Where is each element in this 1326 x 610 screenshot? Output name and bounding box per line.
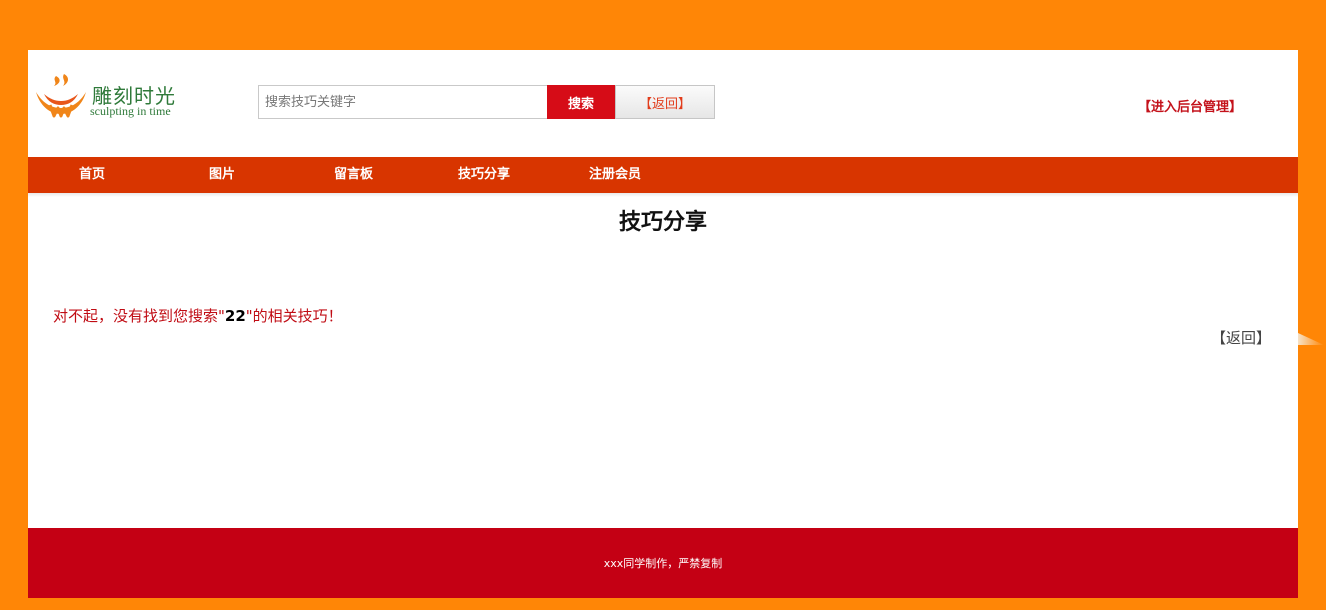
footer: xxx同学制作，严禁复制 (28, 528, 1298, 598)
nav-item-register[interactable]: 注册会员 (589, 157, 641, 193)
nav-item-home[interactable]: 首页 (79, 157, 105, 193)
search-input[interactable] (258, 85, 548, 119)
admin-link[interactable]: 【进入后台管理】 (1138, 96, 1242, 115)
message-suffix: "的相关技巧！ (245, 307, 343, 325)
content-back-link[interactable]: 【返回】 (1211, 327, 1271, 348)
flame-logo-icon (36, 74, 86, 118)
no-result-message: 对不起，没有找到您搜索"22"的相关技巧！ (53, 305, 343, 326)
page-title: 技巧分享 (618, 210, 707, 235)
nav-item-guestbook[interactable]: 留言板 (334, 157, 373, 193)
nav-item-pictures[interactable]: 图片 (209, 157, 235, 193)
main-nav: 首页 图片 留言板 技巧分享 注册会员 (28, 157, 1298, 193)
message-prefix: 对不起，没有找到您搜索" (53, 307, 225, 325)
search-term: 22 (224, 307, 246, 325)
search-button[interactable]: 搜索 (547, 85, 615, 119)
footer-text: xxx同学制作，严禁复制 (603, 557, 723, 570)
page-container: 雕刻时光 sculpting in time 搜索 【返回】 【进入后台管理】 … (28, 50, 1298, 598)
nav-shadow (28, 193, 1298, 197)
logo-name-en: sculpting in time (90, 104, 171, 118)
nav-item-tips[interactable]: 技巧分享 (458, 157, 510, 193)
header-back-button[interactable]: 【返回】 (615, 85, 715, 119)
edge-decoration (1298, 333, 1324, 345)
header: 雕刻时光 sculpting in time 搜索 【返回】 【进入后台管理】 (28, 50, 1298, 147)
logo[interactable]: 雕刻时光 sculpting in time (34, 72, 194, 122)
